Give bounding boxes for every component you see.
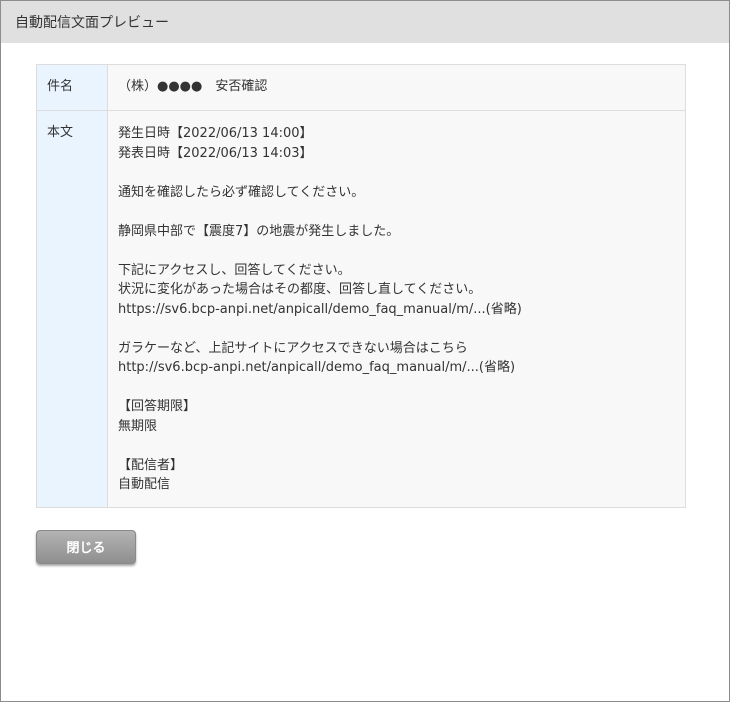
subject-row: 件名 （株）●●●● 安否確認 — [36, 64, 686, 111]
body-label: 本文 — [36, 110, 108, 508]
window-titlebar: 自動配信文面プレビュー — [1, 1, 729, 43]
body-cell: 発生日時【2022/06/13 14:00】 発表日時【2022/06/13 1… — [107, 110, 686, 508]
close-button[interactable]: 閉じる — [36, 529, 136, 564]
window-title: 自動配信文面プレビュー — [15, 15, 169, 31]
subject-value: （株）●●●● 安否確認 — [107, 64, 686, 111]
subject-label: 件名 — [36, 64, 108, 111]
message-preview-table: 件名 （株）●●●● 安否確認 本文 発生日時【2022/06/13 14:00… — [36, 64, 686, 508]
body-row: 本文 発生日時【2022/06/13 14:00】 発表日時【2022/06/1… — [36, 110, 686, 508]
preview-content: 件名 （株）●●●● 安否確認 本文 発生日時【2022/06/13 14:00… — [1, 43, 729, 564]
preview-window: 自動配信文面プレビュー 件名 （株）●●●● 安否確認 本文 発生日時【2022… — [0, 0, 730, 702]
body-value: 発生日時【2022/06/13 14:00】 発表日時【2022/06/13 1… — [118, 126, 522, 492]
